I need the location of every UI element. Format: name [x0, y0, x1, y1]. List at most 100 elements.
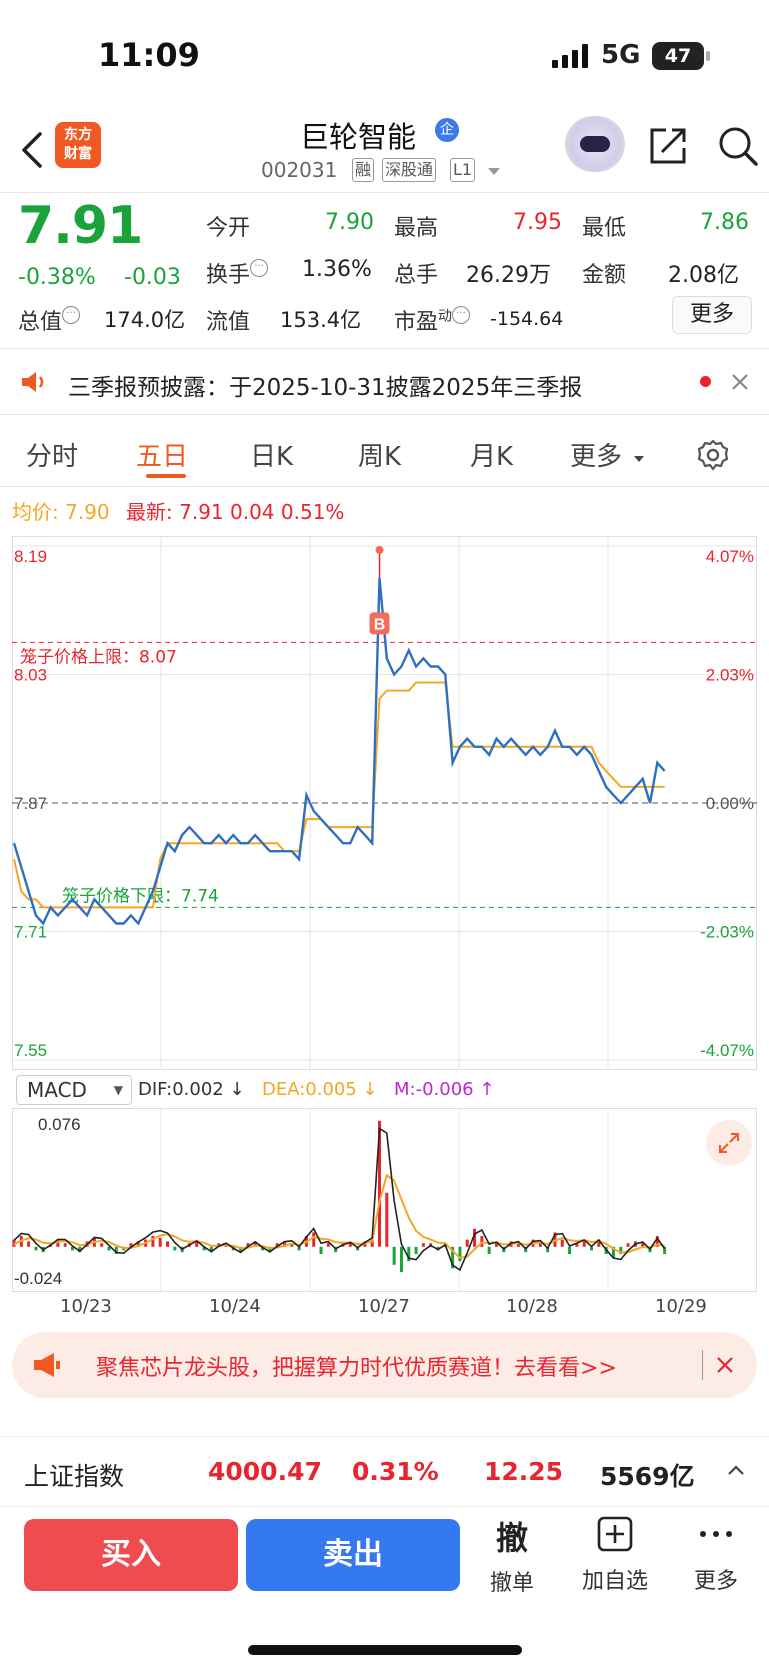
more-actions-button[interactable]: 更多	[676, 1513, 756, 1595]
price-line	[12, 577, 666, 926]
divider	[0, 486, 769, 487]
latest-value: 7.91	[179, 500, 224, 524]
avg-price-line	[13, 681, 665, 909]
mktcap-label-text: 总值	[18, 310, 63, 335]
battery-icon: 47	[652, 42, 704, 70]
divider	[0, 414, 769, 415]
date-label: 10/27	[358, 1296, 410, 1317]
tag-margin: 融	[352, 158, 375, 182]
date-label: 10/23	[60, 1296, 112, 1317]
megaphone-icon	[34, 1353, 60, 1377]
open-value: 7.90	[325, 210, 374, 235]
more-actions-label: 更多	[693, 1569, 738, 1594]
status-time: 11:09	[98, 36, 200, 74]
change-value: -0.03	[124, 265, 181, 290]
y-tick-right: 2.03%	[706, 666, 754, 685]
index-value: 4000.47	[208, 1457, 322, 1486]
expand-button[interactable]	[706, 1120, 752, 1166]
mktcap-value: 174.0亿	[104, 308, 186, 332]
promo-text: 聚焦芯片龙头股，把握算力时代优质赛道！去看看>>	[96, 1356, 617, 1381]
pe-label-text: 市盈	[394, 310, 439, 335]
avg-value: 7.90	[65, 500, 110, 524]
info-icon[interactable]: ···	[452, 306, 471, 324]
buy-button[interactable]: 买入	[24, 1519, 238, 1591]
y-tick-left: 8.03	[14, 666, 47, 685]
turnover-label-text: 换手	[206, 263, 251, 288]
pe-sup: 动	[438, 308, 453, 325]
latest-change: 0.04	[230, 500, 275, 524]
tab-more-caret	[634, 456, 644, 462]
close-icon[interactable]	[716, 1356, 734, 1374]
notice-text: 三季报预披露：于2025-10-31披露2025年三季报	[68, 375, 583, 401]
tab-five-day[interactable]: 五日	[136, 436, 188, 473]
indicator-select-value: MACD	[27, 1078, 87, 1102]
pe-label: 市盈动 ···	[394, 304, 471, 336]
notice-bar[interactable]: 三季报预披露：于2025-10-31披露2025年三季报	[0, 352, 769, 412]
macd-header: MACD ▼ DIF:0.002 ↓ DEA:0.005 ↓ M:-0.006 ↑	[12, 1073, 757, 1107]
divider	[0, 348, 769, 349]
robot-face	[580, 136, 610, 152]
app-logo[interactable]: 东方财富	[55, 122, 101, 168]
tag-connect: 深股通	[382, 158, 437, 182]
share-icon[interactable]	[646, 124, 690, 168]
stock-header: 东方财富 巨轮智能 企 002031 融 深股通 L1	[0, 110, 769, 192]
back-icon[interactable]	[18, 130, 48, 170]
indicator-select[interactable]: MACD ▼	[16, 1075, 132, 1105]
tab-intraday[interactable]: 分时	[26, 436, 78, 473]
network-type: 5G	[601, 40, 641, 70]
status-bar: 11:09 5G 47	[0, 0, 769, 110]
add-watchlist-label: 加自选	[581, 1569, 648, 1594]
settings-gear-icon[interactable]	[696, 438, 730, 472]
tab-more[interactable]: 更多	[570, 436, 622, 473]
more-quote-button[interactable]: 更多	[672, 296, 752, 334]
info-icon[interactable]: ···	[62, 306, 81, 324]
high-label: 最高	[394, 216, 439, 241]
tab-monthly-k[interactable]: 月K	[470, 436, 513, 473]
date-label: 10/28	[506, 1296, 558, 1317]
add-watchlist-button[interactable]: 加自选	[575, 1513, 655, 1595]
trade-action-bar: 买入 卖出 撤 撤单 加自选 更多	[0, 1506, 769, 1665]
macd-bottom-label: -0.024	[14, 1269, 62, 1288]
y-tick-left: 7.87	[14, 794, 47, 813]
tab-active-indicator	[146, 474, 186, 478]
index-percent: 0.31%	[352, 1457, 439, 1486]
sell-button[interactable]: 卖出	[246, 1519, 460, 1591]
low-value: 7.86	[700, 210, 749, 235]
promo-separator	[702, 1350, 703, 1380]
amount-label: 金额	[582, 263, 627, 288]
latest-label: 最新:	[126, 500, 173, 524]
tab-daily-k[interactable]: 日K	[250, 436, 293, 473]
tag-level: L1	[450, 158, 476, 182]
five-day-price-chart[interactable]: 8.19 8.03 7.87 7.71 7.55 4.07% 2.03% 0.00% -2.03…	[12, 536, 757, 1070]
turnover-value: 1.36%	[302, 257, 372, 282]
chevron-down-icon[interactable]	[488, 168, 500, 175]
dif-line	[13, 1127, 666, 1272]
cancel-order-button[interactable]: 撤 撤单	[472, 1513, 552, 1597]
tab-weekly-k[interactable]: 周K	[358, 436, 401, 473]
y-tick-left: 8.19	[14, 547, 47, 566]
close-icon[interactable]	[730, 372, 750, 392]
promo-banner[interactable]: 聚焦芯片龙头股，把握算力时代优质赛道！去看看>>	[12, 1332, 757, 1398]
upper-limit-label: 笼子价格上限：8.07	[20, 647, 177, 667]
index-ticker[interactable]: 上证指数 4000.47 0.31% 12.25 5569亿	[0, 1436, 769, 1506]
stock-code: 002031	[261, 158, 338, 182]
y-tick-left: 7.71	[14, 923, 47, 942]
search-icon[interactable]	[716, 124, 760, 168]
home-indicator	[248, 1645, 522, 1655]
chevron-up-icon[interactable]	[726, 1463, 746, 1477]
dropdown-caret-icon: ▼	[113, 1083, 123, 1097]
info-icon[interactable]: ···	[250, 259, 269, 277]
high-value: 7.95	[513, 210, 562, 235]
current-price: 7.91	[18, 196, 143, 256]
more-dots-icon	[700, 1531, 732, 1537]
macd-dif: DIF:0.002 ↓	[138, 1079, 245, 1100]
assistant-robot-icon[interactable]	[565, 116, 625, 172]
speaker-icon	[22, 372, 44, 392]
macd-top-label: 0.076	[38, 1115, 81, 1134]
y-tick-right: -2.03%	[700, 923, 754, 942]
turnover-label: 换手 ···	[206, 257, 269, 289]
volume-label: 总手	[394, 263, 439, 288]
date-label: 10/29	[655, 1296, 707, 1317]
amount-value: 2.08亿	[668, 263, 739, 288]
lower-limit-label: 笼子价格下限：7.74	[62, 886, 219, 906]
